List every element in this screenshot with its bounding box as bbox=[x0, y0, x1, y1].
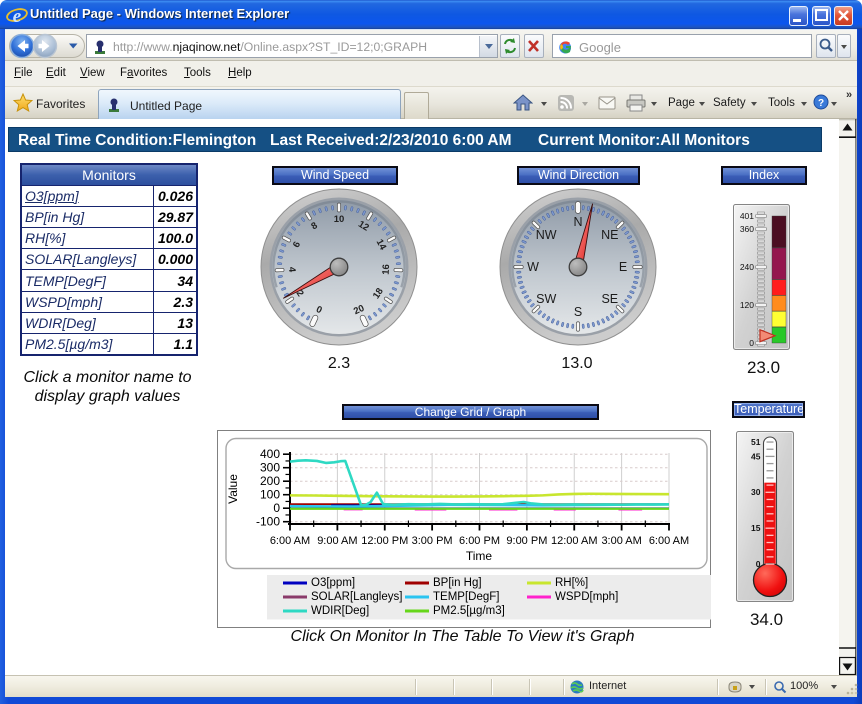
svg-text:100: 100 bbox=[260, 488, 280, 502]
svg-text:SOLAR[Langleys]: SOLAR[Langleys] bbox=[311, 591, 402, 603]
svg-text:15: 15 bbox=[751, 523, 761, 533]
svg-text:WDIR[Deg]: WDIR[Deg] bbox=[311, 605, 369, 617]
svg-text:12:00 PM: 12:00 PM bbox=[361, 535, 408, 547]
svg-text:Value: Value bbox=[226, 474, 240, 504]
svg-text:3:00 PM: 3:00 PM bbox=[412, 535, 453, 547]
svg-text:Time: Time bbox=[466, 549, 493, 563]
svg-text:3:00 AM: 3:00 AM bbox=[601, 535, 641, 547]
svg-text:SW: SW bbox=[536, 292, 556, 306]
svg-text:200: 200 bbox=[260, 474, 280, 488]
svg-text:PM2.5[µg/m3]: PM2.5[µg/m3] bbox=[433, 605, 505, 617]
svg-text:16: 16 bbox=[381, 264, 393, 275]
svg-text:BP[in Hg]: BP[in Hg] bbox=[433, 577, 482, 589]
svg-text:6:00 PM: 6:00 PM bbox=[459, 535, 500, 547]
svg-text:51: 51 bbox=[751, 437, 761, 447]
svg-text:S: S bbox=[574, 305, 582, 319]
svg-text:0: 0 bbox=[273, 501, 280, 515]
svg-text:N: N bbox=[573, 215, 582, 229]
svg-text:12:00 AM: 12:00 AM bbox=[551, 535, 597, 547]
svg-text:RH[%]: RH[%] bbox=[555, 577, 588, 589]
svg-text:9:00 PM: 9:00 PM bbox=[506, 535, 547, 547]
svg-text:401: 401 bbox=[740, 211, 754, 221]
svg-text:O3[ppm]: O3[ppm] bbox=[311, 577, 355, 589]
svg-text:300: 300 bbox=[260, 461, 280, 475]
svg-text:30: 30 bbox=[751, 487, 761, 497]
svg-text:TEMP[DegF]: TEMP[DegF] bbox=[433, 591, 499, 603]
svg-text:e: e bbox=[13, 6, 22, 26]
svg-text:400: 400 bbox=[260, 447, 280, 461]
svg-text:120: 120 bbox=[740, 300, 754, 310]
svg-text:WSPD[mph]: WSPD[mph] bbox=[555, 591, 618, 603]
svg-text:9:00 AM: 9:00 AM bbox=[317, 535, 357, 547]
svg-text:0: 0 bbox=[749, 338, 754, 348]
svg-text:?: ? bbox=[818, 98, 824, 109]
svg-text:0: 0 bbox=[756, 559, 761, 569]
svg-text:W: W bbox=[527, 260, 539, 274]
svg-text:-100: -100 bbox=[256, 515, 280, 529]
svg-text:E: E bbox=[619, 260, 627, 274]
svg-text:NE: NE bbox=[601, 228, 618, 242]
svg-text:240: 240 bbox=[740, 262, 754, 272]
svg-text:6:00 AM: 6:00 AM bbox=[270, 535, 310, 547]
svg-text:NW: NW bbox=[536, 228, 557, 242]
svg-text:6:00 AM: 6:00 AM bbox=[649, 535, 689, 547]
svg-text:45: 45 bbox=[751, 451, 761, 461]
svg-text:360: 360 bbox=[740, 224, 754, 234]
svg-text:SE: SE bbox=[601, 292, 618, 306]
svg-text:10: 10 bbox=[334, 214, 345, 225]
